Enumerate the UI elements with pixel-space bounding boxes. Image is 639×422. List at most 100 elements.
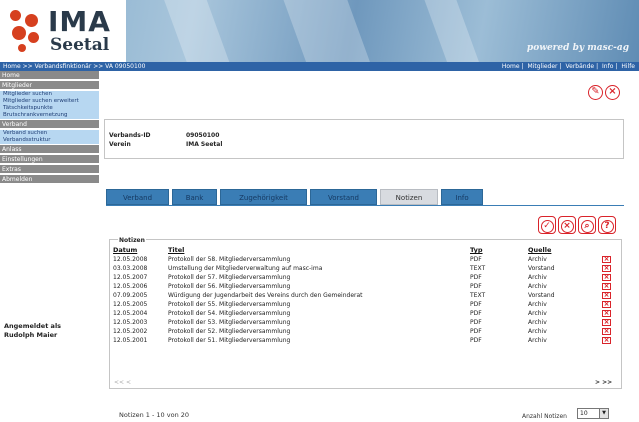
column-header-titel[interactable]: Titel	[168, 246, 184, 254]
delete-row-icon[interactable]: ×	[602, 292, 611, 299]
tab-notizen[interactable]: Notizen	[380, 189, 438, 205]
row-titel[interactable]: Protokoll der 54. Mitgliederversammlung	[168, 309, 290, 318]
delete-row-icon[interactable]: ×	[602, 283, 611, 290]
edit-icon[interactable]: ✎	[588, 85, 603, 100]
logo-dot	[18, 44, 26, 52]
logo-dot	[25, 14, 38, 27]
sidebar-item-mitglieder[interactable]: Mitglieder	[0, 81, 99, 90]
row-typ: PDF	[470, 337, 482, 344]
tab-divider	[106, 205, 624, 206]
delete-icon[interactable]: ×	[558, 216, 576, 234]
row-titel[interactable]: Protokoll der 58. Mitgliederversammlung	[168, 255, 290, 264]
table-row[interactable]: 12.05.2001 Protokoll der 51. Mitgliederv…	[110, 336, 621, 345]
row-datum: 12.05.2004	[113, 310, 148, 317]
row-titel[interactable]: Protokoll der 57. Mitgliederversammlung	[168, 273, 290, 282]
delete-row-icon[interactable]: ×	[602, 256, 611, 263]
table-row[interactable]: 12.05.2008 Protokoll der 58. Mitgliederv…	[110, 255, 621, 264]
search-icon[interactable]: ⌕	[578, 216, 596, 234]
sidebar-item-verband[interactable]: Verband	[0, 120, 99, 129]
sidebar-item-mitglieder-suchen[interactable]: Mitglieder suchen	[0, 91, 99, 98]
tab-verband[interactable]: Verband	[106, 189, 169, 205]
row-titel[interactable]: Protokoll der 53. Mitgliederversammlung	[168, 318, 290, 327]
sidebar-item-einstellungen[interactable]: Einstellungen	[0, 155, 99, 164]
top-link-verbaende[interactable]: Verbände	[565, 63, 594, 70]
table-row[interactable]: 12.05.2006 Protokoll der 56. Mitgliederv…	[110, 282, 621, 291]
table-row[interactable]: 03.03.2008 Umstellung der Mitgliederverw…	[110, 264, 621, 273]
logo-text-seetal: Seetal	[50, 35, 110, 55]
top-link-mitglieder[interactable]: Mitglieder	[528, 63, 558, 70]
verband-id-value: 09050100	[186, 132, 220, 139]
verein-label: Verein	[109, 141, 131, 148]
logo-dot	[12, 26, 26, 40]
pager-next[interactable]: > >>	[595, 379, 612, 386]
top-link-info[interactable]: Info	[602, 63, 613, 70]
chevron-down-icon[interactable]: ▼	[599, 409, 608, 418]
table-row[interactable]: 12.05.2002 Protokoll der 52. Mitgliederv…	[110, 327, 621, 336]
sidebar-item-taetigkeitspunkte[interactable]: Tätschkeitspunkte	[0, 105, 99, 112]
sidebar-item-mitglieder-suchen-erweitert[interactable]: Mitglieder suchen erweitert	[0, 98, 99, 105]
sidebar-item-abmelden[interactable]: Abmelden	[0, 175, 99, 184]
row-datum: 12.05.2008	[113, 256, 148, 263]
delete-row-icon[interactable]: ×	[602, 328, 611, 335]
row-typ: PDF	[470, 328, 482, 335]
sidebar-item-home[interactable]: Home	[0, 71, 99, 80]
notes-count-text: Notizen 1 - 10 von 20	[119, 411, 190, 419]
sidebar-item-verband-suchen[interactable]: Verband suchen	[0, 130, 99, 137]
table-row[interactable]: 12.05.2004 Protokoll der 54. Mitgliederv…	[110, 309, 621, 318]
logo[interactable]: IMA Seetal	[0, 0, 126, 62]
column-header-quelle[interactable]: Quelle	[528, 246, 551, 254]
delete-row-icon[interactable]: ×	[602, 337, 611, 344]
sidebar-item-verbandsstruktur[interactable]: Verbandsstruktur	[0, 137, 99, 144]
delete-row-icon[interactable]: ×	[602, 310, 611, 317]
login-info: Angemeldet als Rudolph Maier	[4, 322, 61, 340]
row-quelle: Archiv	[528, 319, 547, 326]
close-icon[interactable]: ×	[605, 85, 620, 100]
table-row[interactable]: 12.05.2003 Protokoll der 53. Mitgliederv…	[110, 318, 621, 327]
sidebar-item-extras[interactable]: Extras	[0, 165, 99, 174]
tab-zugehoerigkeit[interactable]: Zugehörigkeit	[220, 189, 307, 205]
row-titel[interactable]: Protokoll der 51. Mitgliederversammlung	[168, 336, 290, 345]
banner-decoration	[160, 0, 240, 62]
row-titel[interactable]: Umstellung der Mitgliederverwaltung auf …	[168, 264, 322, 273]
column-header-typ[interactable]: Typ	[470, 246, 483, 254]
notes-legend: Notizen	[118, 237, 146, 244]
logo-text-ima: IMA	[48, 5, 111, 38]
delete-row-icon[interactable]: ×	[602, 319, 611, 326]
row-quelle: Archiv	[528, 301, 547, 308]
row-titel[interactable]: Würdigung der Jugendarbeit des Vereins d…	[168, 291, 363, 300]
breadcrumb[interactable]: Home >> Verbandsfinktionär >> VA 0905010…	[3, 63, 145, 70]
anzahl-value: 10	[580, 410, 588, 417]
table-row[interactable]: 07.09.2005 Würdigung der Jugendarbeit de…	[110, 291, 621, 300]
column-header-datum[interactable]: Datum	[113, 246, 137, 254]
sidebar-item-anlass[interactable]: Anlass	[0, 145, 99, 154]
help-icon[interactable]: ?	[598, 216, 616, 234]
logo-dot	[28, 32, 39, 43]
top-link-home[interactable]: Home	[502, 63, 520, 70]
powered-by-text: powered by masc-ag	[526, 43, 629, 53]
row-datum: 12.05.2005	[113, 301, 148, 308]
pager-previous[interactable]: << <	[114, 379, 131, 386]
tab-info[interactable]: Info	[441, 189, 483, 205]
top-nav-bar: Home >> Verbandsfinktionär >> VA 0905010…	[0, 62, 639, 71]
row-quelle: Archiv	[528, 283, 547, 290]
row-titel[interactable]: Protokoll der 55. Mitgliederversammlung	[168, 300, 290, 309]
tab-bank[interactable]: Bank	[172, 189, 217, 205]
delete-row-icon[interactable]: ×	[602, 274, 611, 281]
top-links: Home | Mitglieder | Verbände | Info | Hilfe	[501, 63, 635, 70]
header-banner: IMA Seetal powered by masc-ag	[0, 0, 639, 62]
sidebar-item-brutschrank[interactable]: Brutschrankvernetzung	[0, 112, 99, 119]
row-typ: TEXT	[470, 265, 486, 272]
delete-row-icon[interactable]: ×	[602, 301, 611, 308]
table-row[interactable]: 12.05.2007 Protokoll der 57. Mitgliederv…	[110, 273, 621, 282]
row-quelle: Archiv	[528, 328, 547, 335]
row-titel[interactable]: Protokoll der 56. Mitgliederversammlung	[168, 282, 290, 291]
row-titel[interactable]: Protokoll der 52. Mitgliederversammlung	[168, 327, 290, 336]
delete-row-icon[interactable]: ×	[602, 265, 611, 272]
anzahl-select[interactable]: 10 ▼	[577, 408, 609, 419]
tab-vorstand[interactable]: Vorstand	[310, 189, 377, 205]
table-row[interactable]: 12.05.2005 Protokoll der 55. Mitgliederv…	[110, 300, 621, 309]
top-link-hilfe[interactable]: Hilfe	[621, 63, 635, 70]
row-typ: TEXT	[470, 292, 486, 299]
confirm-icon[interactable]: ✓	[538, 216, 556, 234]
logo-dot	[10, 10, 21, 21]
